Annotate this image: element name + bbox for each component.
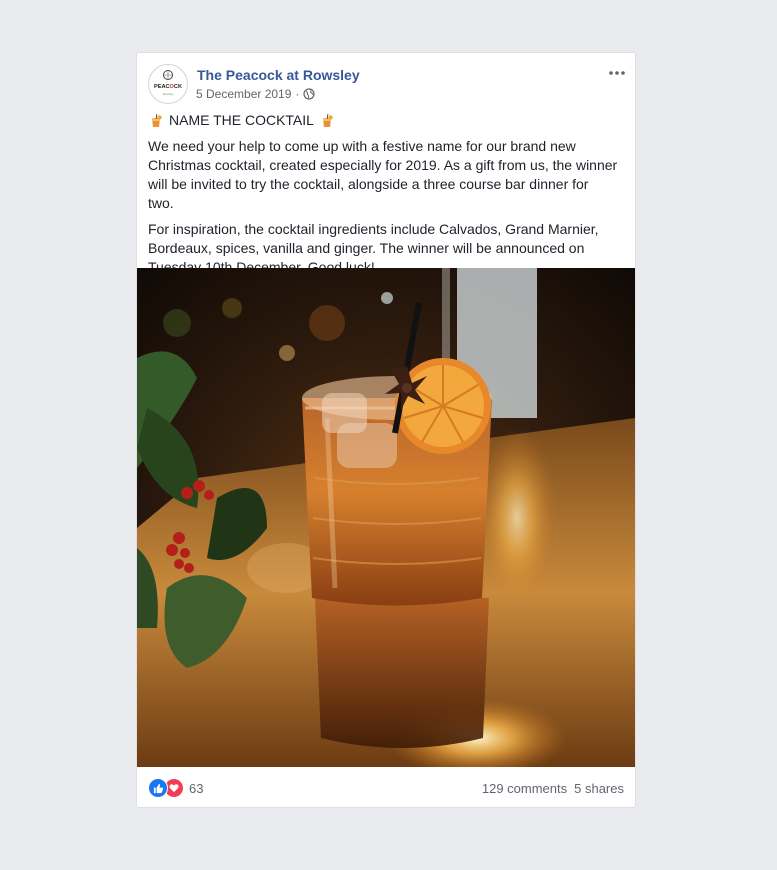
cocktail-emoji-icon xyxy=(322,113,333,127)
svg-text:Rowsley: Rowsley xyxy=(163,92,174,96)
more-options-icon[interactable] xyxy=(607,64,627,82)
post-date[interactable]: 5 December 2019 xyxy=(196,87,291,101)
avatar[interactable]: PEACOCK Rowsley xyxy=(148,64,188,104)
post-heading-text: NAME THE COCKTAIL xyxy=(169,112,314,128)
svg-text:PEACOCK: PEACOCK xyxy=(154,84,182,90)
reactions-summary[interactable]: 63 xyxy=(148,778,203,798)
post-meta: 5 December 2019 · xyxy=(196,87,315,101)
post-message: NAME THE COCKTAIL We need your help to c… xyxy=(148,111,618,284)
post-heading: NAME THE COCKTAIL xyxy=(148,111,618,130)
meta-separator: · xyxy=(295,87,300,101)
post-photo[interactable] xyxy=(137,268,635,767)
peacock-logo: PEACOCK Rowsley xyxy=(154,70,182,96)
engagement-stats: 129 comments 5 shares xyxy=(482,781,624,796)
shares-count-link[interactable]: 5 shares xyxy=(574,781,624,796)
like-icon[interactable] xyxy=(148,778,168,798)
cocktail-photo xyxy=(137,268,635,767)
globe-icon[interactable] xyxy=(303,88,315,100)
post-footer: 63 129 comments 5 shares xyxy=(148,777,624,799)
cocktail-emoji-icon xyxy=(152,113,162,127)
post-card: PEACOCK Rowsley The Peacock at Rowsley 5… xyxy=(136,52,636,808)
comments-count-link[interactable]: 129 comments xyxy=(482,781,567,796)
page-name-link[interactable]: The Peacock at Rowsley xyxy=(197,67,360,83)
post-paragraph: We need your help to come up with a fest… xyxy=(148,138,618,211)
post-header: PEACOCK Rowsley The Peacock at Rowsley 5… xyxy=(148,64,627,108)
reaction-count[interactable]: 63 xyxy=(189,781,203,796)
